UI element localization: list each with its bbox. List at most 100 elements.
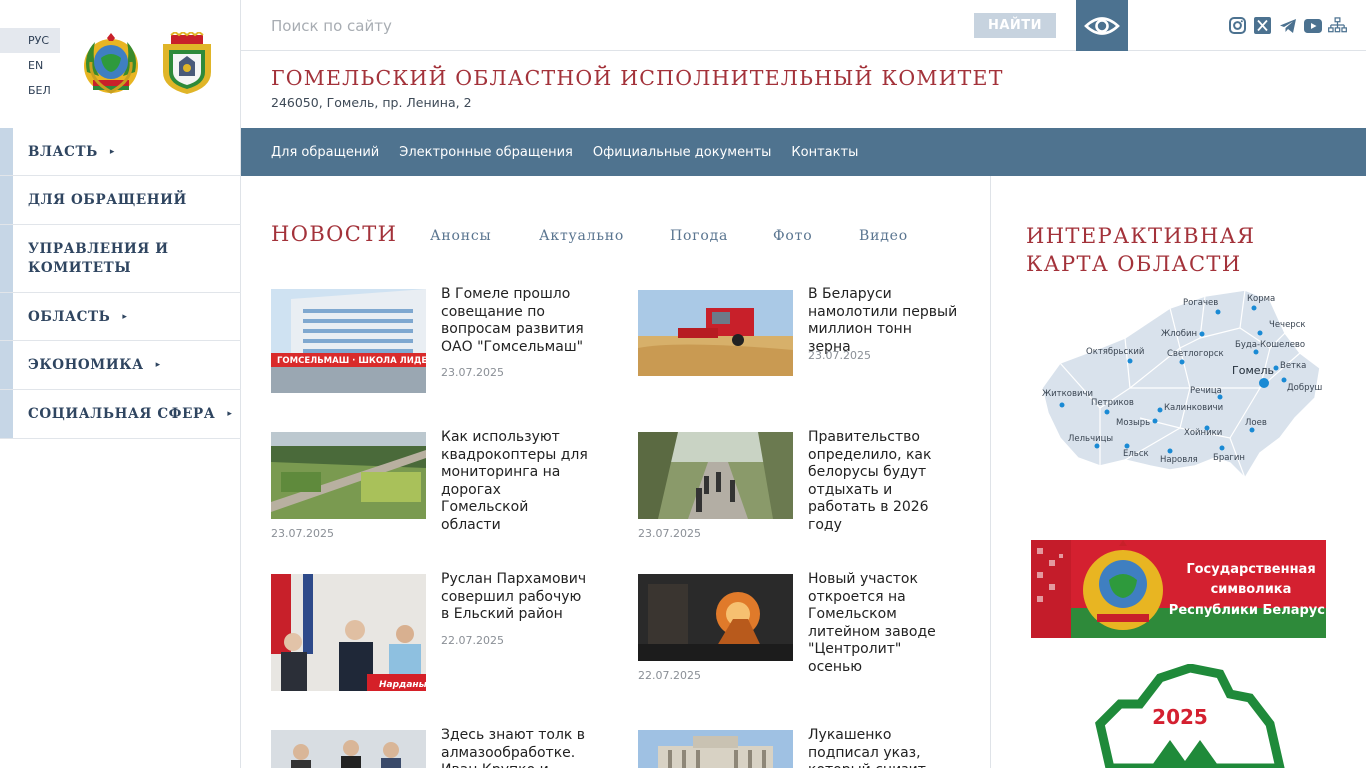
svg-text:Петриков: Петриков <box>1091 398 1134 408</box>
sidebar-item-social[interactable]: СОЦИАЛЬНАЯ СФЕРА ▸ <box>0 390 241 439</box>
lang-by[interactable]: БЕЛ <box>0 78 60 103</box>
news-image[interactable] <box>638 574 793 661</box>
svg-text:Чечерск: Чечерск <box>1269 320 1306 330</box>
social-links <box>1228 16 1347 35</box>
news-title[interactable]: Лукашенко подписал указ, который снизит <box>808 727 958 768</box>
top-bar: НАЙТИ <box>241 0 1366 51</box>
tab-video[interactable]: Видео <box>859 228 908 244</box>
svg-text:Житковичи: Житковичи <box>1042 389 1093 399</box>
sidebar-menu: ВЛАСТЬ ▸ ДЛЯ ОБРАЩЕНИЙ УПРАВЛЕНИЯ И КОМИ… <box>0 128 241 439</box>
left-sidebar: РУС EN БЕЛ ВЛАСТЬ ▸ ДЛЯ ОБРАЩЕНИЙ УПРАВЛ… <box>0 0 241 768</box>
news-image[interactable] <box>638 730 793 768</box>
sidebar-item-label: УПРАВЛЕНИЯ И КОМИТЕТЫ <box>28 240 169 276</box>
news-date: 23.07.2025 <box>638 527 701 540</box>
nav-appeals[interactable]: Для обращений <box>271 145 379 160</box>
news-title[interactable]: Правительство определило, как белорусы б… <box>808 429 958 534</box>
news-image[interactable]: Нарданы <box>271 574 426 691</box>
svg-text:ГОМСЕЛЬМАШ · ШКОЛА ЛИДЕРОВ АГР: ГОМСЕЛЬМАШ · ШКОЛА ЛИДЕРОВ АГРОБИЗНЕСА <box>277 356 426 366</box>
news-title[interactable]: В Беларуси намолотили первый миллион тон… <box>808 286 958 356</box>
state-symbols-banner[interactable]: Государственная символика Республики Бел… <box>1031 540 1326 638</box>
sitemap-icon[interactable] <box>1328 16 1347 35</box>
tab-actual[interactable]: Актуально <box>539 228 624 244</box>
accessibility-button[interactable] <box>1076 0 1128 51</box>
svg-text:Калинковичи: Калинковичи <box>1164 403 1223 413</box>
news-date: 23.07.2025 <box>271 527 334 540</box>
news-title[interactable]: Как используют квадрокоптеры для монитор… <box>441 429 591 534</box>
news-image[interactable] <box>638 432 793 519</box>
svg-text:Речица: Речица <box>1190 386 1222 396</box>
x-icon[interactable] <box>1253 16 1272 35</box>
sidebar-item-region[interactable]: ОБЛАСТЬ ▸ <box>0 293 241 341</box>
column-divider <box>990 176 991 768</box>
youtube-icon[interactable] <box>1303 16 1322 35</box>
news-image[interactable] <box>271 730 426 768</box>
lang-ru[interactable]: РУС <box>0 28 60 53</box>
gomel-region-emblem-icon[interactable] <box>157 32 217 96</box>
news-image[interactable] <box>271 432 426 519</box>
svg-text:Гомель: Гомель <box>1232 364 1274 377</box>
news-title[interactable]: Новый участок откроется на Гомельском ли… <box>808 571 958 676</box>
news-date: 23.07.2025 <box>808 349 871 362</box>
svg-text:символика: символика <box>1211 582 1292 597</box>
nav-contacts[interactable]: Контакты <box>791 145 858 160</box>
language-switcher: РУС EN БЕЛ <box>0 28 60 103</box>
nav-e-appeals[interactable]: Электронные обращения <box>399 145 573 160</box>
tab-photo[interactable]: Фото <box>773 228 812 244</box>
address: 246050, Гомель, пр. Ленина, 2 <box>271 95 472 110</box>
svg-text:Светлогорск: Светлогорск <box>1167 349 1224 359</box>
news-date: 23.07.2025 <box>441 366 504 379</box>
sidebar-item-label: ДЛЯ ОБРАЩЕНИЙ <box>28 192 187 208</box>
instagram-icon[interactable] <box>1228 16 1247 35</box>
arrow-right-icon: ▸ <box>227 409 233 419</box>
svg-text:Жлобин: Жлобин <box>1161 329 1197 339</box>
svg-text:Рогачев: Рогачев <box>1183 298 1218 308</box>
svg-text:Наровля: Наровля <box>1160 455 1198 465</box>
search-button[interactable]: НАЙТИ <box>974 13 1056 38</box>
news-title[interactable]: В Гомеле прошло совещание по вопросам ра… <box>441 286 591 356</box>
news-date: 22.07.2025 <box>441 634 504 647</box>
svg-text:Республики Беларусь: Республики Беларусь <box>1169 603 1326 618</box>
tab-weather[interactable]: Погода <box>670 228 728 244</box>
sidebar-item-vlast[interactable]: ВЛАСТЬ ▸ <box>0 128 241 176</box>
svg-text:Мозырь: Мозырь <box>1116 418 1150 428</box>
lang-en[interactable]: EN <box>0 53 60 78</box>
telegram-icon[interactable] <box>1278 16 1297 35</box>
arrow-right-icon: ▸ <box>122 311 128 322</box>
news-title[interactable]: Руслан Пархамович совершил рабочую в Ель… <box>441 571 591 624</box>
news-image[interactable]: ГОМСЕЛЬМАШ · ШКОЛА ЛИДЕРОВ АГРОБИЗНЕСА <box>271 289 426 393</box>
svg-text:Ветка: Ветка <box>1280 361 1306 371</box>
year-2025-logo[interactable]: 2025 <box>1080 664 1290 768</box>
svg-text:Лельчицы: Лельчицы <box>1068 434 1113 444</box>
news-heading[interactable]: НОВОСТИ <box>271 222 397 246</box>
sidebar-item-appeals[interactable]: ДЛЯ ОБРАЩЕНИЙ <box>0 176 241 225</box>
sidebar-item-label: ЭКОНОМИКА <box>28 357 144 373</box>
map-heading[interactable]: ИНТЕРАКТИВНАЯ КАРТА ОБЛАСТИ <box>1026 222 1346 278</box>
svg-text:Октябрьский: Октябрьский <box>1086 347 1144 357</box>
arrow-right-icon: ▸ <box>155 360 161 370</box>
svg-text:Нарданы: Нарданы <box>379 680 426 690</box>
svg-text:Лоев: Лоев <box>1245 418 1267 428</box>
svg-text:2025: 2025 <box>1152 705 1208 729</box>
page-title[interactable]: ГОМЕЛЬСКИЙ ОБЛАСТНОЙ ИСПОЛНИТЕЛЬНЫЙ КОМИ… <box>271 66 1004 90</box>
region-map[interactable]: Рогачев Корма Чечерск Жлобин Буда-Кошеле… <box>1030 288 1330 503</box>
arrow-right-icon: ▸ <box>109 146 115 157</box>
news-title[interactable]: Здесь знают толк в алмазообработке. Иван… <box>441 727 591 768</box>
svg-text:Государственная: Государственная <box>1186 562 1315 577</box>
eye-icon <box>1084 16 1120 35</box>
svg-text:Корма: Корма <box>1247 294 1275 304</box>
news-date: 22.07.2025 <box>638 669 701 682</box>
svg-text:Ельск: Ельск <box>1123 449 1149 459</box>
sidebar-item-economy[interactable]: ЭКОНОМИКА ▸ <box>0 341 241 390</box>
main-nav: Для обращений Электронные обращения Офиц… <box>241 128 1366 176</box>
svg-text:Добруш: Добруш <box>1287 383 1322 393</box>
svg-text:Буда-Кошелево: Буда-Кошелево <box>1235 340 1305 350</box>
sidebar-item-label: СОЦИАЛЬНАЯ СФЕРА <box>28 406 216 422</box>
sidebar-item-label: ВЛАСТЬ <box>28 143 98 160</box>
belarus-emblem-icon[interactable] <box>79 32 143 96</box>
search-input[interactable] <box>271 14 871 38</box>
sidebar-item-departments[interactable]: УПРАВЛЕНИЯ И КОМИТЕТЫ <box>0 225 241 293</box>
news-image[interactable] <box>638 290 793 376</box>
tab-announcements[interactable]: Анонсы <box>430 228 491 244</box>
nav-official-docs[interactable]: Официальные документы <box>593 145 772 160</box>
svg-text:Брагин: Брагин <box>1213 453 1245 463</box>
